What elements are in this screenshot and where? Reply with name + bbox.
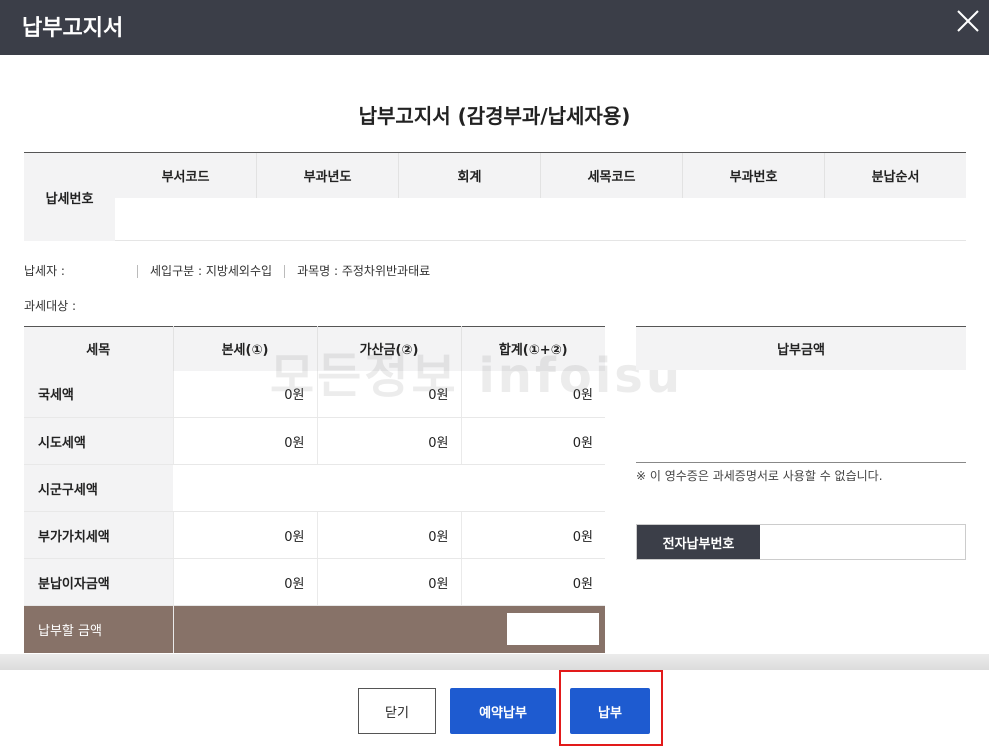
receipt-note: ※ 이 영수증은 과세증명서로 사용할 수 없습니다. xyxy=(636,469,883,483)
total-value-box xyxy=(507,613,599,646)
column-header: 부과년도 xyxy=(256,153,398,198)
row-label: 분납이자금액 xyxy=(24,558,173,606)
pay-button[interactable]: 납부 xyxy=(570,688,650,734)
payment-amount-panel: 납부금액 xyxy=(636,326,966,463)
amount-cell: 0원 xyxy=(460,370,605,418)
column-header: 부서코드 xyxy=(161,170,210,185)
column-header: 합계(①+②) xyxy=(460,326,605,371)
amount-cell xyxy=(173,464,317,512)
divider xyxy=(136,265,138,278)
column-header: 가산금(②) xyxy=(316,326,461,371)
column-header: 부과번호 xyxy=(682,153,824,198)
income-type-label: 세입구분 : 지방세외수입 xyxy=(149,264,273,278)
total-value-cell xyxy=(172,605,605,653)
amount-cell xyxy=(461,464,605,512)
amount-cell: 0원 xyxy=(172,511,317,559)
amount-cell: 0원 xyxy=(460,417,605,465)
amount-cell: 0원 xyxy=(460,511,605,559)
dialog-header: 납부고지서 xyxy=(0,0,989,55)
dialog-title: 납부고지서 xyxy=(22,16,124,41)
amount-cell: 0원 xyxy=(316,511,461,559)
tax-amount-table: 세목 본세(①) 가산금(②) 합계(①+②) 국세액 0원 0원 0원 시도세… xyxy=(24,326,605,653)
subject-label: 과목명 : 주정차위반과태료 xyxy=(297,264,431,278)
payment-notice-dialog: 납부고지서 납부고지서 (감경부과/납세자용) 납세번호 부서코드 부과년도 회… xyxy=(0,0,989,751)
row-label: 부가가치세액 xyxy=(24,511,173,559)
amount-cell: 0원 xyxy=(172,558,317,606)
electronic-payment-number: 전자납부번호 xyxy=(636,524,966,560)
amount-cell: 0원 xyxy=(172,417,317,465)
tax-number-columns: 부서코드 부과년도 회계 세목코드 부과번호 분납순서 xyxy=(115,153,966,198)
column-header: 세목 xyxy=(24,326,173,371)
document-title: 납부고지서 (감경부과/납세자용) xyxy=(358,104,631,128)
taxpayer-label: 납세자 : xyxy=(24,264,65,278)
amount-cell: 0원 xyxy=(460,558,605,606)
amount-cell xyxy=(317,464,461,512)
tax-number-values xyxy=(115,198,966,241)
taxpayer-info-line: 납세자 : 세입구분 : 지방세외수입 과목명 : 주정차위반과태료 xyxy=(24,262,430,279)
epay-value xyxy=(760,525,965,559)
tax-number-label: 납세번호 xyxy=(24,153,115,241)
column-header: 본세(①) xyxy=(172,326,317,371)
table-row: 부가가치세액 0원 0원 0원 xyxy=(24,511,605,559)
table-row: 국세액 0원 0원 0원 xyxy=(24,370,605,418)
reserve-payment-button[interactable]: 예약납부 xyxy=(450,688,556,734)
table-row: 시군구세액 xyxy=(24,464,605,512)
table-row: 분납이자금액 0원 0원 0원 xyxy=(24,558,605,606)
tax-target-label: 과세대상 : xyxy=(24,299,77,313)
column-header: 세목코드 xyxy=(540,153,682,198)
amount-cell: 0원 xyxy=(172,370,317,418)
close-icon[interactable] xyxy=(955,8,981,34)
column-header: 회계 xyxy=(398,153,540,198)
divider xyxy=(284,265,286,278)
amount-cell: 0원 xyxy=(316,370,461,418)
close-button[interactable]: 닫기 xyxy=(358,688,436,734)
amount-cell: 0원 xyxy=(316,417,461,465)
epay-label: 전자납부번호 xyxy=(637,525,760,559)
amount-cell: 0원 xyxy=(316,558,461,606)
table-row: 시도세액 0원 0원 0원 xyxy=(24,417,605,465)
total-row: 납부할 금액 xyxy=(24,605,605,653)
tax-number-table: 납세번호 부서코드 부과년도 회계 세목코드 부과번호 분납순서 xyxy=(24,152,966,241)
row-label: 국세액 xyxy=(24,370,173,418)
footer-divider xyxy=(0,654,989,670)
total-label: 납부할 금액 xyxy=(24,605,173,653)
payment-amount-heading: 납부금액 xyxy=(636,327,966,370)
row-label: 시도세액 xyxy=(24,417,173,465)
row-label: 시군구세액 xyxy=(24,464,173,512)
column-header: 분납순서 xyxy=(824,153,966,198)
